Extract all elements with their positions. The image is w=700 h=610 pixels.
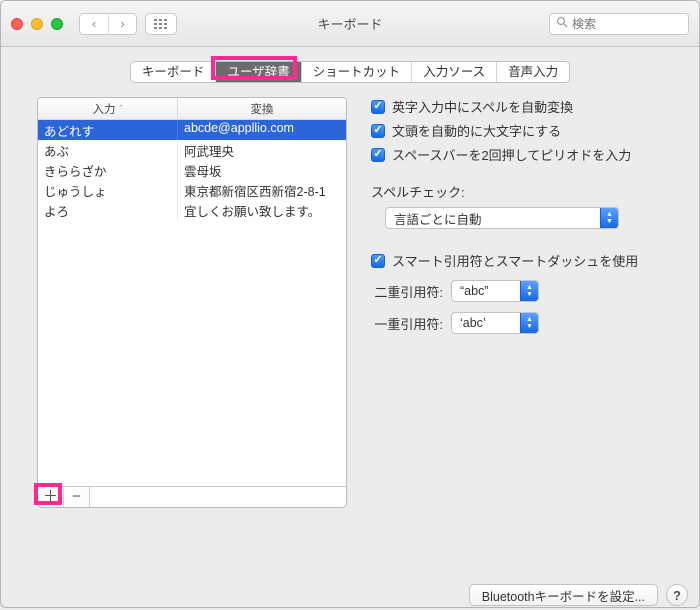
check-spell-label: 英字入力中にスペルを自動変換 xyxy=(392,97,573,116)
titlebar: ‹ › キーボード xyxy=(1,1,699,47)
cell-output: 雲母坂 xyxy=(178,160,346,180)
double-quote-label: 二重引用符: xyxy=(371,282,443,301)
check-capitalize-label: 文頭を自動的に大文字にする xyxy=(392,121,561,140)
cell-output: 東京都新宿区西新宿2-8-1 xyxy=(178,180,346,200)
options-panel: 英字入力中にスペルを自動変換 文頭を自動的に大文字にする スペースバーを2回押し… xyxy=(371,97,681,571)
window-controls xyxy=(11,18,63,30)
table-row[interactable]: あどれすabcde@appllio.com xyxy=(38,120,346,140)
nav-back-forward: ‹ › xyxy=(79,13,137,35)
tab-3[interactable]: 入力ソース xyxy=(411,62,496,82)
cell-output: 宜しくお願い致します。 xyxy=(178,200,346,220)
single-quote-row: 一重引用符: ‘abc’ ▲▼ xyxy=(371,312,681,334)
footer: Bluetoothキーボードを設定... ? xyxy=(469,584,688,606)
cell-input: きららざか xyxy=(38,160,178,180)
minimize-icon[interactable] xyxy=(31,18,43,30)
tab-0[interactable]: キーボード xyxy=(131,62,216,82)
table-header: 入力 ˆ 変換 xyxy=(38,98,346,120)
sort-icon: ˆ xyxy=(120,104,123,114)
search-icon xyxy=(556,16,568,31)
chevron-updown-icon: ▲▼ xyxy=(600,208,618,228)
checkbox-icon xyxy=(371,148,385,162)
check-capitalize[interactable]: 文頭を自動的に大文字にする xyxy=(371,121,681,140)
show-all-button[interactable] xyxy=(145,13,177,35)
checkbox-icon xyxy=(371,100,385,114)
check-smart-label: スマート引用符とスマートダッシュを使用 xyxy=(392,251,638,270)
chevron-updown-icon: ▲▼ xyxy=(520,313,538,333)
check-doublespace[interactable]: スペースバーを2回押してピリオドを入力 xyxy=(371,145,681,164)
cell-input: じゅうしょ xyxy=(38,180,178,200)
tab-1[interactable]: ユーザ辞書 xyxy=(215,62,300,82)
search-input[interactable] xyxy=(572,17,700,31)
tab-2[interactable]: ショートカット xyxy=(301,62,412,82)
spellcheck-label: スペルチェック: xyxy=(371,182,681,201)
table-row[interactable]: よろ宜しくお願い致します。 xyxy=(38,200,346,220)
replacements-table[interactable]: 入力 ˆ 変換 あどれすabcde@appllio.comあぶ阿武理央きららざか… xyxy=(37,97,347,487)
checkbox-icon xyxy=(371,124,385,138)
remove-button[interactable]: − xyxy=(64,487,90,507)
text-replacement-panel: 入力 ˆ 変換 あどれすabcde@appllio.comあぶ阿武理央きららざか… xyxy=(37,97,347,571)
cell-input: あぶ xyxy=(38,140,178,160)
check-smart[interactable]: スマート引用符とスマートダッシュを使用 xyxy=(371,251,681,270)
search-field[interactable] xyxy=(549,13,689,35)
cell-input: よろ xyxy=(38,200,178,220)
tab-bar: キーボードユーザ辞書ショートカット入力ソース音声入力 xyxy=(1,47,699,93)
double-quote-row: 二重引用符: “abc” ▲▼ xyxy=(371,280,681,302)
help-button[interactable]: ? xyxy=(666,584,688,606)
cell-output: abcde@appllio.com xyxy=(178,120,346,140)
content-area: 入力 ˆ 変換 あどれすabcde@appllio.comあぶ阿武理央きららざか… xyxy=(1,93,699,571)
check-doublespace-label: スペースバーを2回押してピリオドを入力 xyxy=(392,145,631,164)
grid-icon xyxy=(154,19,168,29)
cell-input: あどれす xyxy=(38,120,178,140)
back-button[interactable]: ‹ xyxy=(80,14,108,34)
bluetooth-setup-button[interactable]: Bluetoothキーボードを設定... xyxy=(469,584,658,606)
single-quote-label: 一重引用符: xyxy=(371,314,443,333)
table-row[interactable]: じゅうしょ東京都新宿区西新宿2-8-1 xyxy=(38,180,346,200)
table-row[interactable]: きららざか雲母坂 xyxy=(38,160,346,180)
double-quote-select[interactable]: “abc” ▲▼ xyxy=(451,280,539,302)
chevron-updown-icon: ▲▼ xyxy=(520,281,538,301)
tab-4[interactable]: 音声入力 xyxy=(496,62,569,82)
col-output[interactable]: 変換 xyxy=(178,98,346,119)
col-input[interactable]: 入力 ˆ xyxy=(38,98,178,119)
cell-output: 阿武理央 xyxy=(178,140,346,160)
add-button[interactable]: ＋ xyxy=(38,487,64,507)
forward-button[interactable]: › xyxy=(108,14,136,34)
check-spell[interactable]: 英字入力中にスペルを自動変換 xyxy=(371,97,681,116)
single-quote-select[interactable]: ‘abc’ ▲▼ xyxy=(451,312,539,334)
table-row[interactable]: あぶ阿武理央 xyxy=(38,140,346,160)
add-remove-bar: ＋ − xyxy=(37,486,347,508)
close-icon[interactable] xyxy=(11,18,23,30)
spellcheck-select[interactable]: 言語ごとに自動 ▲▼ xyxy=(385,207,619,229)
checkbox-icon xyxy=(371,254,385,268)
zoom-icon[interactable] xyxy=(51,18,63,30)
